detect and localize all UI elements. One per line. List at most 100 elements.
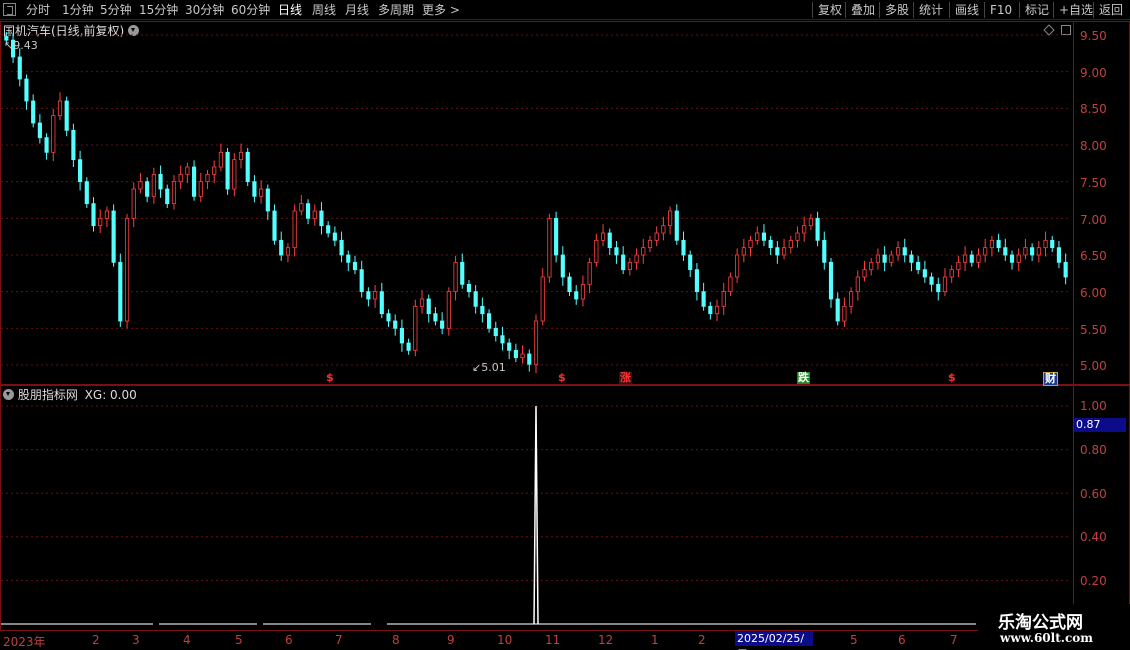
candle-body — [755, 232, 760, 241]
candle-body — [922, 269, 927, 278]
price-tick-label: 5.00 — [1080, 359, 1107, 374]
period-tab-0[interactable]: 分时 — [26, 2, 50, 18]
period-tab-9[interactable]: 多周期 — [378, 2, 414, 18]
date-axis-label: 2 — [698, 633, 706, 647]
period-tab-3[interactable]: 15分钟 — [139, 2, 178, 18]
event-marker-s[interactable]: $ — [558, 372, 566, 384]
candle — [1030, 243, 1035, 261]
toolbar-button-0[interactable]: 复权 — [812, 2, 842, 18]
panel-toggle-icon[interactable] — [3, 3, 16, 16]
period-tab-2[interactable]: 5分钟 — [100, 2, 132, 18]
candle — [225, 147, 230, 195]
candle-body — [64, 100, 69, 131]
candle-body — [98, 217, 103, 227]
candle — [735, 248, 740, 283]
candle — [822, 231, 827, 270]
candle — [178, 165, 183, 189]
event-marker-s[interactable]: $ — [948, 372, 956, 384]
candle — [815, 211, 820, 247]
candle-body — [540, 276, 545, 322]
candle — [17, 48, 22, 87]
candle — [185, 162, 190, 184]
period-tab-10[interactable]: 更多 > — [422, 2, 460, 18]
toolbar-button-4[interactable]: 画线 — [949, 2, 979, 18]
toolbar-button-5[interactable]: F10 — [984, 2, 1012, 18]
candle-body — [989, 239, 994, 249]
candle — [24, 74, 29, 110]
price-tick-label: 7.50 — [1080, 175, 1107, 190]
candle — [855, 270, 860, 301]
date-axis-label: 10 — [497, 633, 513, 647]
toolbar-button-3[interactable]: 统计 — [913, 2, 943, 18]
candle — [808, 213, 813, 231]
candle — [118, 253, 123, 327]
period-tab-7[interactable]: 周线 — [312, 2, 336, 18]
event-marker-s[interactable]: $ — [326, 372, 334, 384]
candle — [721, 282, 726, 316]
candle-body — [91, 203, 96, 227]
candle — [212, 160, 217, 184]
candle — [104, 206, 109, 228]
candle-body — [735, 254, 740, 278]
candle-body — [191, 166, 197, 197]
period-toolbar: 分时 1分钟 5分钟 15分钟 30分钟 60分钟 日线 周线 月线 多周期 更多 > 复权 叠加 多股… — [0, 0, 1130, 20]
price-tick-label: 6.50 — [1080, 249, 1107, 264]
event-marker-die[interactable]: 跌 — [797, 372, 810, 384]
candle-body — [1003, 247, 1008, 256]
candle — [165, 184, 170, 209]
toolbar-button-8[interactable]: 返回 — [1093, 2, 1123, 18]
candle-body — [111, 210, 116, 263]
candle — [198, 172, 203, 203]
candle — [936, 277, 941, 301]
candle — [533, 314, 539, 374]
candle — [1043, 231, 1048, 257]
indicator-tick-label: 0.60 — [1080, 486, 1107, 501]
candle-body — [1030, 247, 1035, 256]
candle-body — [393, 320, 398, 329]
toolbar-button-1[interactable]: 叠加 — [845, 2, 875, 18]
price-tick-label: 5.50 — [1080, 322, 1107, 337]
event-marker-zhang[interactable]: 涨 — [619, 372, 632, 384]
candle-body — [728, 276, 733, 293]
toolbar-button-2[interactable]: 多股 — [879, 2, 909, 18]
toolbar-button-6[interactable]: 标记 — [1019, 2, 1049, 18]
date-axis-label: 7 — [950, 633, 958, 647]
candlestick-chart[interactable] — [1, 22, 1073, 384]
candle — [909, 250, 914, 272]
candle — [386, 309, 391, 327]
candle-body — [198, 181, 203, 197]
candle-body — [493, 327, 498, 337]
date-axis-label: 2023年 — [3, 635, 46, 649]
toolbar-button-7[interactable]: +自选 — [1053, 2, 1093, 18]
period-tab-5[interactable]: 60分钟 — [231, 2, 270, 18]
candle-body — [84, 181, 89, 205]
candle — [956, 255, 961, 277]
candle — [963, 246, 968, 272]
candle — [57, 92, 63, 121]
date-axis-label: 6 — [285, 633, 293, 647]
candle-body — [406, 342, 411, 351]
period-tab-1[interactable]: 1分钟 — [62, 2, 94, 18]
candle-body — [560, 254, 565, 278]
event-marker-cai[interactable]: 财 — [1043, 372, 1058, 386]
candle-body — [875, 254, 881, 263]
candle — [393, 314, 398, 336]
candle-body — [37, 122, 42, 139]
watermark-title: 乐淘公式网 — [998, 613, 1083, 633]
period-tab-4[interactable]: 30分钟 — [185, 2, 224, 18]
candle — [285, 243, 291, 263]
period-tab-8[interactable]: 月线 — [345, 2, 369, 18]
candle — [84, 177, 89, 209]
candle-body — [57, 100, 63, 117]
indicator-signal-spike — [533, 405, 539, 625]
candle — [373, 285, 378, 308]
candle-body — [788, 239, 793, 249]
candle — [895, 241, 901, 261]
candle — [460, 253, 465, 289]
candle-body — [1023, 247, 1028, 256]
candle-body — [822, 239, 827, 263]
candle-body — [312, 210, 317, 219]
candle — [78, 150, 83, 191]
period-tab-6[interactable]: 日线 — [278, 2, 302, 18]
indicator-chart[interactable] — [1, 386, 1073, 630]
